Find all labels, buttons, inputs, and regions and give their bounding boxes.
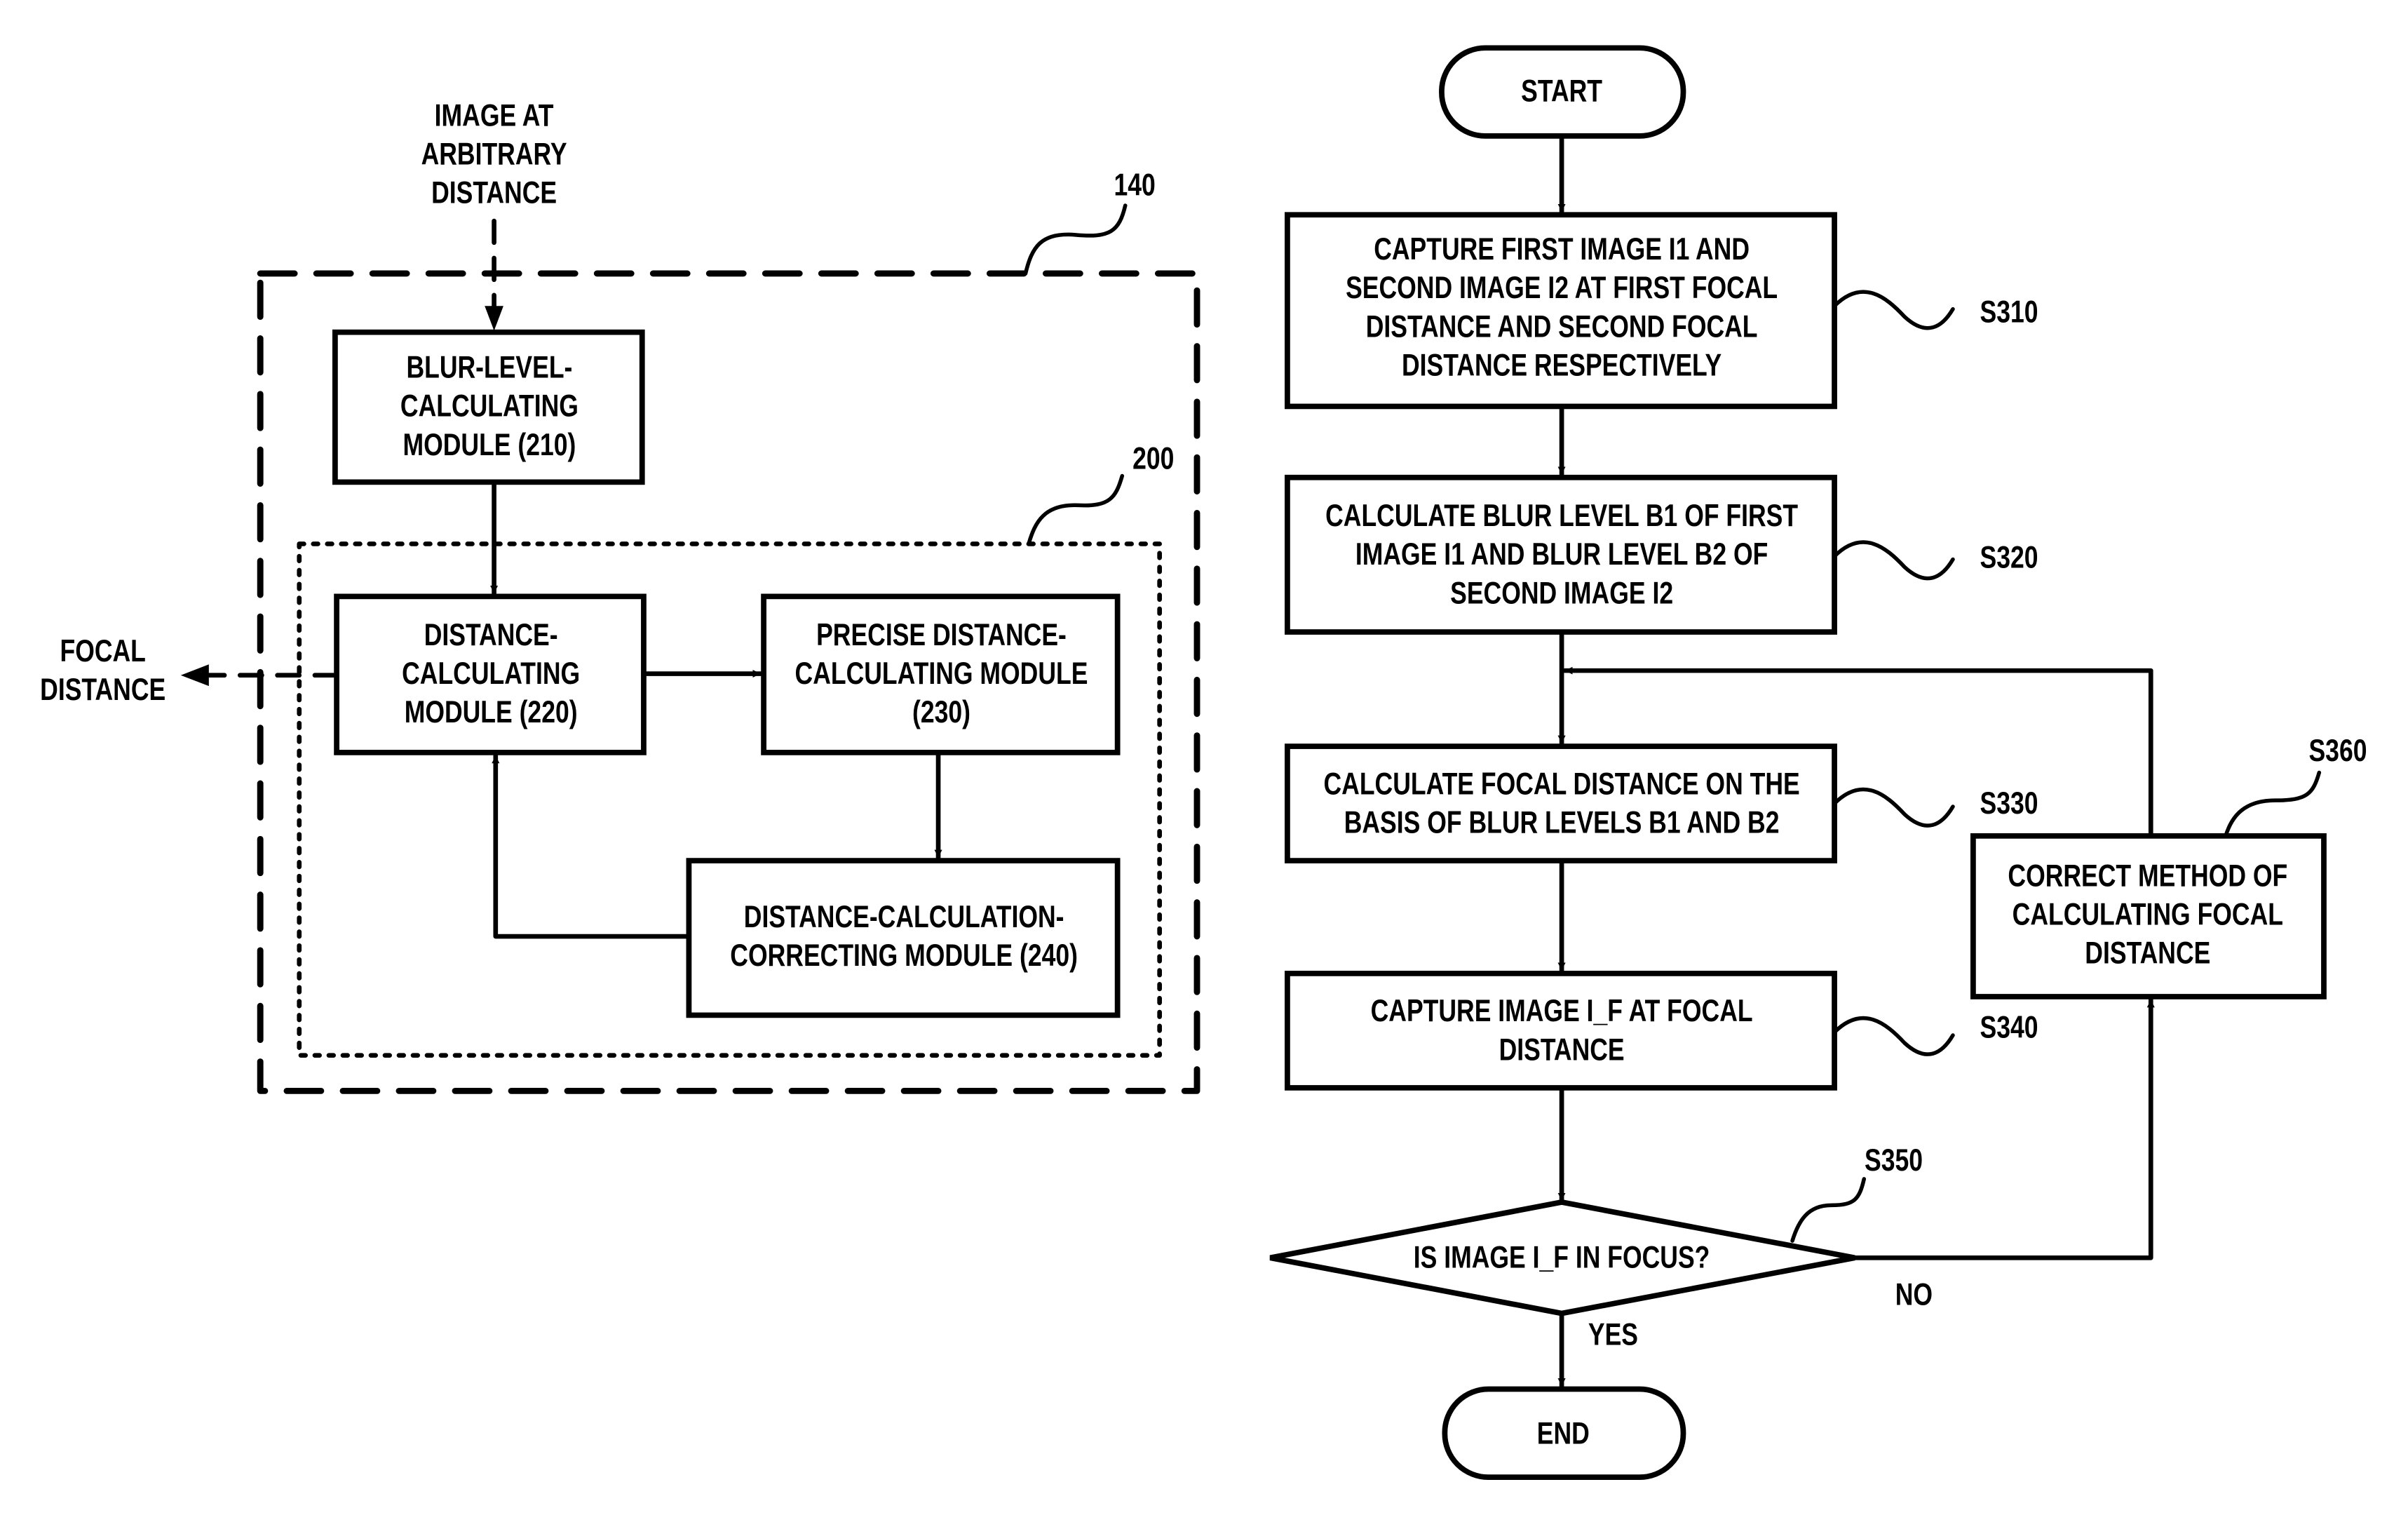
step-ref-number: S350 [1865, 1143, 1923, 1177]
ref-leader-200 [1027, 473, 1125, 546]
correction-label-line: DISTANCE [2085, 936, 2210, 970]
ref-leader-140 [1023, 203, 1128, 276]
step-ref-number: S310 [1980, 295, 2038, 329]
no-label: NO [1895, 1278, 1933, 1312]
step-label-line: CAPTURE IMAGE I_F AT FOCAL [1371, 995, 1753, 1028]
input-arrowhead [485, 306, 503, 331]
step-ref-number: S320 [1980, 541, 2038, 574]
ref-label-s330: S330 [1980, 786, 2038, 820]
module-label-line: CALCULATING MODULE [795, 656, 1088, 690]
module-label-line: CORRECTING MODULE (240) [730, 938, 1078, 972]
ref-leader-s320 [1832, 540, 1955, 581]
step-box-s330 [1285, 743, 1837, 863]
arrow-240-to-220 [492, 753, 691, 939]
flowchart: START CAPTURE FIRST IMAGE I1 AND SECOND I… [1269, 45, 2367, 1480]
ref-number: 200 [1132, 442, 1174, 476]
ref-label-s320: S320 [1980, 541, 2038, 574]
yes-text: YES [1588, 1318, 1638, 1352]
step-label-line: BASIS OF BLUR LEVELS B1 AND B2 [1344, 806, 1780, 840]
input-label-line: ARBITRARY [421, 137, 567, 171]
module-label-line: CALCULATING [402, 656, 580, 690]
ref-label-s340: S340 [1980, 1011, 2038, 1044]
input-label-line: DISTANCE [431, 176, 557, 210]
ref-leader-s330 [1832, 787, 1955, 828]
module-label-line: BLUR-LEVEL- [406, 351, 572, 384]
ref-leader-s350 [1790, 1177, 1867, 1243]
module-box-240 [686, 858, 1121, 1018]
step-label-line: CAPTURE FIRST IMAGE I1 AND [1374, 233, 1750, 267]
step-label-line: SECOND IMAGE I2 [1450, 577, 1673, 610]
start-text: START [1521, 74, 1602, 108]
module-label-line: DISTANCE-CALCULATION- [744, 900, 1064, 934]
ref-label-200: 200 [1132, 442, 1174, 476]
ref-label-140: 140 [1114, 168, 1155, 202]
ref-label-s310: S310 [1980, 295, 2038, 329]
output-label-line: FOCAL [60, 634, 145, 668]
block-diagram: IMAGE AT ARBITRARY DISTANCE 140 200 BLUR-L… [40, 99, 1200, 1094]
step-box-s340 [1285, 971, 1837, 1091]
step-label-line: SECOND IMAGE I2 AT FIRST FOCAL [1346, 271, 1778, 305]
ref-number: 140 [1114, 168, 1155, 202]
step-ref-number: S360 [2308, 734, 2367, 767]
output-label: FOCAL DISTANCE [40, 634, 165, 706]
ref-leader-s310 [1832, 290, 1955, 330]
yes-label: YES [1588, 1318, 1638, 1352]
module-label-220: DISTANCE- CALCULATING MODULE (220) [402, 618, 580, 729]
patent-figure: IMAGE AT ARBITRARY DISTANCE 140 200 BLUR-L… [40, 45, 2367, 1480]
ref-leader-s340 [1832, 1016, 1955, 1056]
end-text: END [1537, 1417, 1590, 1450]
ref-label-s360: S360 [2308, 734, 2367, 767]
correction-label-line: CALCULATING FOCAL [2013, 898, 2283, 931]
output-label-line: DISTANCE [40, 673, 165, 706]
step-label-line: CALCULATE BLUR LEVEL B1 OF FIRST [1325, 499, 1798, 533]
step-ref-number: S330 [1980, 786, 2038, 820]
ref-label-s350: S350 [1865, 1143, 1923, 1177]
start-label: START [1521, 74, 1602, 108]
input-label-line: IMAGE AT [435, 99, 554, 133]
module-label-line: PRECISE DISTANCE- [816, 618, 1067, 652]
step-label-line: DISTANCE [1499, 1033, 1625, 1067]
module-label-line: MODULE (210) [403, 428, 576, 462]
module-label-line: DISTANCE- [424, 618, 558, 652]
step-label-line: CALCULATE FOCAL DISTANCE ON THE [1323, 767, 1799, 801]
step-ref-number: S340 [1980, 1011, 2038, 1044]
ref-leader-s360 [2224, 770, 2322, 838]
module-label-line: MODULE (220) [405, 695, 578, 729]
step-label-line: IMAGE I1 AND BLUR LEVEL B2 OF [1355, 538, 1768, 572]
output-arrowhead [180, 664, 209, 687]
module-label-210: BLUR-LEVEL- CALCULATING MODULE (210) [400, 351, 579, 462]
decision-text: IS IMAGE I_F IN FOCUS? [1414, 1241, 1710, 1274]
module-label-line: CALCULATING [400, 389, 579, 423]
no-text: NO [1895, 1278, 1933, 1312]
decision-label: IS IMAGE I_F IN FOCUS? [1414, 1241, 1710, 1274]
end-label: END [1537, 1417, 1590, 1450]
step-label-line: DISTANCE RESPECTIVELY [1402, 349, 1722, 382]
correction-label-line: CORRECT METHOD OF [2008, 859, 2287, 893]
input-label: IMAGE AT ARBITRARY DISTANCE [421, 99, 567, 210]
step-label-line: DISTANCE AND SECOND FOCAL [1366, 310, 1758, 344]
module-label-line: (230) [912, 695, 970, 729]
